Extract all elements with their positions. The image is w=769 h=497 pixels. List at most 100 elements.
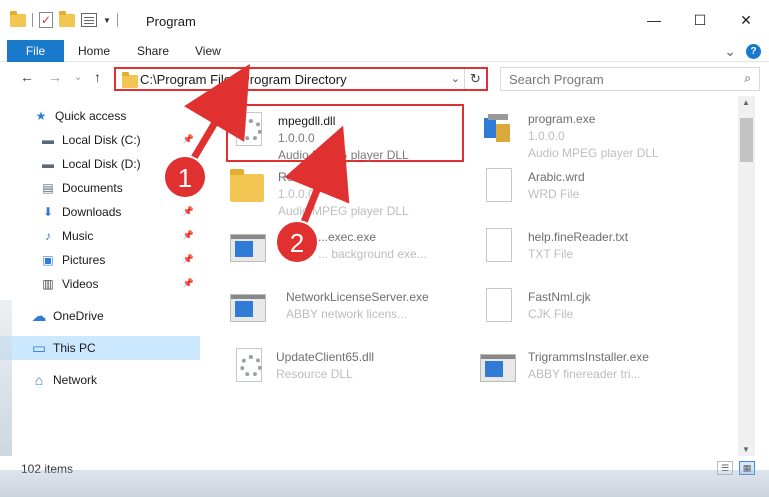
customize-toolbar-chevron-icon[interactable]: ▼ <box>103 16 111 25</box>
file-name: Reso... <box>278 170 317 184</box>
sidebar-item-label: This PC <box>53 341 96 355</box>
address-bar[interactable]: C:\Program Files\Program Directory ⌄ ↻ <box>114 67 488 91</box>
sidebar-item-label: Music <box>62 229 94 243</box>
drive-icon: ▬ <box>42 133 54 147</box>
up-arrow-icon[interactable]: ↑ <box>94 69 101 85</box>
sidebar-item-network[interactable]: ⌂ Network <box>0 368 200 392</box>
blank-document-icon <box>478 168 518 214</box>
exe-window-icon <box>228 288 268 334</box>
file-item-help-finereader-txt[interactable]: help.fineReader.txt TXT File <box>478 222 718 280</box>
folder-icon <box>122 72 138 88</box>
ribbon-tabs: File Home Share View ⌄ ? <box>0 40 769 62</box>
maximize-button[interactable]: ☐ <box>677 0 723 40</box>
file-type: TXT File <box>528 247 574 261</box>
dll-gear-icon <box>228 348 268 394</box>
properties-check-icon[interactable]: ✓ <box>39 12 53 28</box>
sidebar-item-documents[interactable]: ▤ Documents 📌 <box>0 176 200 200</box>
dll-gear-icon <box>228 112 268 158</box>
sidebar-item-videos[interactable]: ▥ Videos 📌 <box>0 272 200 296</box>
file-description: Audio MPEG player DLL <box>278 204 409 218</box>
file-item-exec-exe[interactable]: ...exec.exe ... background exe... <box>228 222 468 280</box>
file-name: NetworkLicenseServer.exe <box>286 290 429 304</box>
file-item-program-exe[interactable]: program.exe 1.0.0.0 Audio MPEG player DL… <box>478 104 718 162</box>
search-icon[interactable]: ⌕ <box>744 71 751 86</box>
sidebar-item-music[interactable]: ♪ Music 📌 <box>0 224 200 248</box>
drive-icon: ▬ <box>42 157 54 171</box>
music-note-icon: ♪ <box>45 229 51 243</box>
tab-home[interactable]: Home <box>78 44 110 58</box>
vertical-scrollbar[interactable]: ▲ ▼ <box>738 96 755 456</box>
pin-icon[interactable]: 📌 <box>183 278 194 289</box>
properties-icon[interactable] <box>81 13 97 27</box>
sidebar-item-label: Quick access <box>55 109 127 123</box>
search-box[interactable]: ⌕ <box>500 67 760 91</box>
forward-arrow-icon[interactable]: → <box>48 69 62 85</box>
file-description: Resource DLL <box>276 367 353 381</box>
file-item-updateclient65-dll[interactable]: UpdateClient65.dll Resource DLL <box>228 342 468 400</box>
minimize-button[interactable]: — <box>631 0 677 40</box>
file-item-resources[interactable]: Reso... 1.0.0.0 Audio MPEG player DLL <box>228 162 468 220</box>
pin-icon[interactable]: 📌 <box>183 230 194 241</box>
file-version: 1.0.0.0 <box>278 187 315 201</box>
sidebar-item-label: Local Disk (C:) <box>62 133 141 147</box>
file-item-arabic-wrd[interactable]: Arabic.wrd WRD File <box>478 162 718 220</box>
file-item-trigrammsinstaller-exe[interactable]: TrigrammsInstaller.exe ABBY finereader t… <box>478 342 718 400</box>
file-name: UpdateClient65.dll <box>276 350 375 364</box>
search-input[interactable] <box>501 68 721 90</box>
desktop-background <box>0 470 769 497</box>
tab-file[interactable]: File <box>7 40 64 62</box>
file-type: WRD File <box>528 187 580 201</box>
scrollbar-thumb[interactable] <box>740 118 753 162</box>
documents-icon: ▤ <box>42 181 54 195</box>
address-path[interactable]: C:\Program Files\Program Directory <box>140 72 347 87</box>
sidebar-item-onedrive[interactable]: ☁ OneDrive <box>0 304 200 328</box>
blank-document-icon <box>478 288 518 334</box>
file-item-networklicenseserver-exe[interactable]: NetworkLicenseServer.exe ABBY network li… <box>228 282 468 340</box>
network-icon: ⌂ <box>34 372 44 388</box>
scroll-up-arrow-icon[interactable]: ▲ <box>742 98 750 107</box>
scroll-down-arrow-icon[interactable]: ▼ <box>742 445 750 454</box>
new-folder-icon[interactable] <box>59 10 75 27</box>
file-name: ...exec.exe <box>318 230 377 244</box>
tab-share[interactable]: Share <box>137 44 169 58</box>
sidebar-item-this-pc[interactable]: ▭ This PC <box>0 336 200 360</box>
recent-locations-chevron-icon[interactable]: ⌄ <box>74 72 82 83</box>
file-description: Audio MPEG player DLL <box>278 148 409 162</box>
file-description: ABBY finereader tri... <box>528 367 641 381</box>
toolbar-divider <box>116 13 118 27</box>
file-description: ABBY network licens... <box>286 307 408 321</box>
cloud-icon: ☁ <box>31 308 47 325</box>
pin-icon[interactable]: 📌 <box>183 158 194 169</box>
file-type: CJK File <box>528 307 574 321</box>
file-item-mpegdll[interactable]: mpegdll.dll 1.0.0.0 Audio MPEG player DL… <box>226 104 464 162</box>
sidebar-item-pictures[interactable]: ▣ Pictures 📌 <box>0 248 200 272</box>
pin-icon[interactable]: 📌 <box>183 206 194 217</box>
refresh-icon[interactable]: ↻ <box>464 69 486 89</box>
sidebar-item-local-disk-d[interactable]: ▬ Local Disk (D:) 📌 <box>0 152 200 176</box>
sidebar-item-label: Downloads <box>62 205 122 219</box>
pin-icon[interactable]: 📌 <box>183 134 194 145</box>
help-icon[interactable]: ? <box>746 44 761 59</box>
sidebar-item-local-disk-c[interactable]: ▬ Local Disk (C:) 📌 <box>0 128 200 152</box>
pictures-icon: ▣ <box>42 253 54 267</box>
monitor-icon: ▭ <box>31 340 47 357</box>
file-item-fastnml-cjk[interactable]: FastNml.cjk CJK File <box>478 282 718 340</box>
file-description: Audio MPEG player DLL <box>528 146 659 160</box>
close-button[interactable]: ✕ <box>723 0 769 40</box>
file-list: mpegdll.dll 1.0.0.0 Audio MPEG player DL… <box>210 96 738 456</box>
address-dropdown-chevron-icon[interactable]: ⌄ <box>451 72 460 85</box>
back-arrow-icon[interactable]: ← <box>20 69 34 85</box>
sidebar-item-label: Local Disk (D:) <box>62 157 141 171</box>
sidebar-item-label: OneDrive <box>53 309 104 323</box>
file-name: mpegdll.dll <box>278 114 336 128</box>
file-name: FastNml.cjk <box>528 290 591 304</box>
pin-icon[interactable]: 📌 <box>183 254 194 265</box>
sidebar-item-downloads[interactable]: ⬇ Downloads 📌 <box>0 200 200 224</box>
tab-view[interactable]: View <box>195 44 221 58</box>
sidebar-item-label: Network <box>53 373 98 387</box>
pin-icon[interactable]: 📌 <box>183 182 194 193</box>
folder-icon <box>228 168 268 214</box>
exe-window-icon <box>478 348 518 394</box>
expand-ribbon-chevron-icon[interactable]: ⌄ <box>724 43 736 60</box>
sidebar-item-quick-access[interactable]: ★ Quick access <box>0 104 200 128</box>
